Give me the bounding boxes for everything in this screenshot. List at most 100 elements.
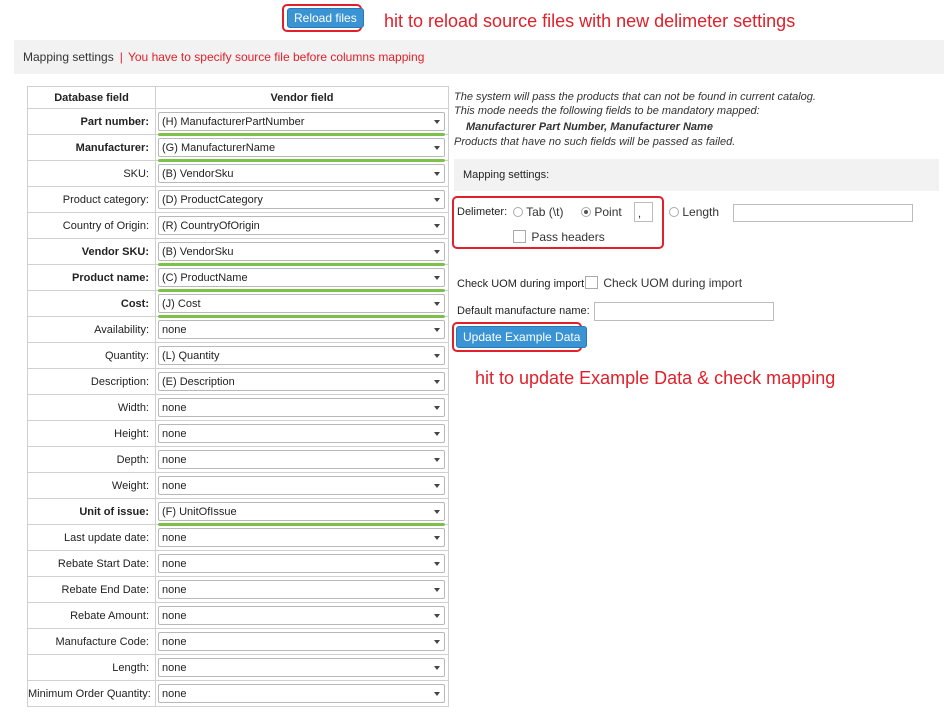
vendor-field-select[interactable]: (E) Description: [158, 372, 445, 391]
delimeter-label: Delimeter:: [457, 206, 508, 218]
vendor-field-select[interactable]: none: [158, 684, 445, 703]
database-field-label: Length:: [27, 654, 156, 681]
vendor-field-select[interactable]: (L) Quantity: [158, 346, 445, 365]
table-row: Width: none: [27, 394, 449, 421]
vendor-field-value: (H) ManufacturerPartNumber: [162, 116, 305, 128]
database-field-label: Part number:: [27, 108, 156, 135]
vendor-field-select[interactable]: none: [158, 450, 445, 469]
length-radio-label: Length: [682, 205, 720, 219]
vendor-field-cell: none: [155, 628, 449, 655]
length-radio[interactable]: [669, 207, 679, 217]
vendor-field-value: (B) VendorSku: [162, 246, 234, 258]
vendor-field-select[interactable]: (B) VendorSku: [158, 242, 445, 261]
vendor-field-select[interactable]: none: [158, 606, 445, 625]
vendor-field-value: none: [162, 454, 187, 466]
vendor-field-value: none: [162, 610, 187, 622]
vendor-field-value: none: [162, 688, 187, 700]
table-row: Manufacture Code: none: [27, 628, 449, 655]
tab-radio-label: Tab (\t): [526, 205, 564, 219]
chevron-down-icon: [434, 198, 440, 202]
vendor-field-select[interactable]: none: [158, 424, 445, 443]
database-field-label: Width:: [27, 394, 156, 421]
vendor-field-select[interactable]: none: [158, 580, 445, 599]
database-field-label: Rebate End Date:: [27, 576, 156, 603]
default-manufacturer-input[interactable]: [594, 302, 774, 321]
database-field-label: Depth:: [27, 446, 156, 473]
uom-checkbox[interactable]: [585, 276, 598, 289]
vendor-field-cell: none: [155, 602, 449, 629]
vendor-field-select[interactable]: none: [158, 658, 445, 677]
table-row: Rebate End Date: none: [27, 576, 449, 603]
vendor-field-cell: (C) ProductName: [155, 264, 449, 292]
vendor-field-select[interactable]: none: [158, 528, 445, 547]
chevron-down-icon: [434, 432, 440, 436]
vendor-field-value: (E) Description: [162, 376, 235, 388]
vendor-field-select[interactable]: (B) VendorSku: [158, 164, 445, 183]
vendor-field-select[interactable]: (R) CountryOfOrigin: [158, 216, 445, 235]
vendor-field-select[interactable]: none: [158, 554, 445, 573]
mapping-separator: |: [119, 50, 123, 64]
vendor-field-cell: none: [155, 524, 449, 551]
vendor-field-select[interactable]: none: [158, 398, 445, 417]
table-row: Part number: (H) ManufacturerPartNumber: [27, 108, 449, 136]
point-radio-label: Point: [594, 205, 622, 219]
delimeter-point-option[interactable]: Point: [581, 205, 622, 219]
table-row: Cost: (J) Cost: [27, 290, 449, 318]
database-field-label: Cost:: [27, 290, 156, 317]
delimeter-tab-option[interactable]: Tab (\t): [513, 205, 563, 219]
table-row: Product category: (D) ProductCategory: [27, 186, 449, 213]
table-row: Country of Origin: (R) CountryOfOrigin: [27, 212, 449, 239]
vendor-field-select[interactable]: none: [158, 320, 445, 339]
chevron-down-icon: [434, 224, 440, 228]
mapping-settings-bar: Mapping settings | You have to specify s…: [14, 40, 944, 74]
table-row: Unit of issue: (F) UnitOfIssue: [27, 498, 449, 526]
vendor-field-value: (G) ManufacturerName: [162, 142, 276, 154]
delimeter-length-option[interactable]: Length: [669, 205, 719, 219]
reload-files-button[interactable]: Reload files: [287, 8, 364, 28]
database-field-label: Minimum Order Quantity:: [27, 680, 156, 707]
chevron-down-icon: [434, 146, 440, 150]
tab-radio[interactable]: [513, 207, 523, 217]
pass-headers-checkbox[interactable]: [513, 230, 526, 243]
header-vendor-field: Vendor field: [155, 86, 449, 109]
settings-header-title: Mapping settings:: [463, 169, 550, 181]
vendor-field-value: (R) CountryOfOrigin: [162, 220, 260, 232]
uom-option[interactable]: Check UOM during import: [585, 276, 742, 290]
chevron-down-icon: [434, 380, 440, 384]
database-field-label: Manufacturer:: [27, 134, 156, 161]
vendor-field-cell: (B) VendorSku: [155, 160, 449, 187]
update-example-data-button[interactable]: Update Example Data: [456, 326, 588, 348]
point-delimiter-input[interactable]: ,: [634, 202, 653, 222]
vendor-field-select[interactable]: (D) ProductCategory: [158, 190, 445, 209]
table-row: Weight: none: [27, 472, 449, 499]
vendor-field-select[interactable]: (H) ManufacturerPartNumber: [158, 112, 445, 131]
vendor-field-cell: none: [155, 446, 449, 473]
table-row: SKU: (B) VendorSku: [27, 160, 449, 187]
pass-headers-label: Pass headers: [531, 230, 605, 244]
vendor-field-cell: none: [155, 654, 449, 681]
vendor-field-cell: none: [155, 420, 449, 447]
vendor-field-value: none: [162, 324, 187, 336]
default-manufacturer-label: Default manufacture name:: [457, 305, 590, 317]
vendor-field-value: none: [162, 480, 187, 492]
reload-annotation: hit to reload source files with new deli…: [384, 11, 796, 31]
vendor-field-select[interactable]: (F) UnitOfIssue: [158, 502, 445, 521]
chevron-down-icon: [434, 172, 440, 176]
vendor-field-select[interactable]: none: [158, 476, 445, 495]
vendor-field-select[interactable]: none: [158, 632, 445, 651]
chevron-down-icon: [434, 250, 440, 254]
database-field-label: Last update date:: [27, 524, 156, 551]
length-input[interactable]: [733, 204, 913, 222]
settings-header-bar: Mapping settings:: [454, 159, 939, 191]
point-radio[interactable]: [581, 207, 591, 217]
vendor-field-value: (L) Quantity: [162, 350, 220, 362]
pass-headers-option[interactable]: Pass headers: [513, 230, 605, 244]
table-row: Product name: (C) ProductName: [27, 264, 449, 292]
vendor-field-select[interactable]: (C) ProductName: [158, 268, 445, 287]
table-row: Rebate Amount: none: [27, 602, 449, 629]
database-field-label: Weight:: [27, 472, 156, 499]
vendor-field-select[interactable]: (J) Cost: [158, 294, 445, 313]
vendor-field-value: none: [162, 402, 187, 414]
vendor-field-select[interactable]: (G) ManufacturerName: [158, 138, 445, 157]
vendor-field-cell: none: [155, 550, 449, 577]
